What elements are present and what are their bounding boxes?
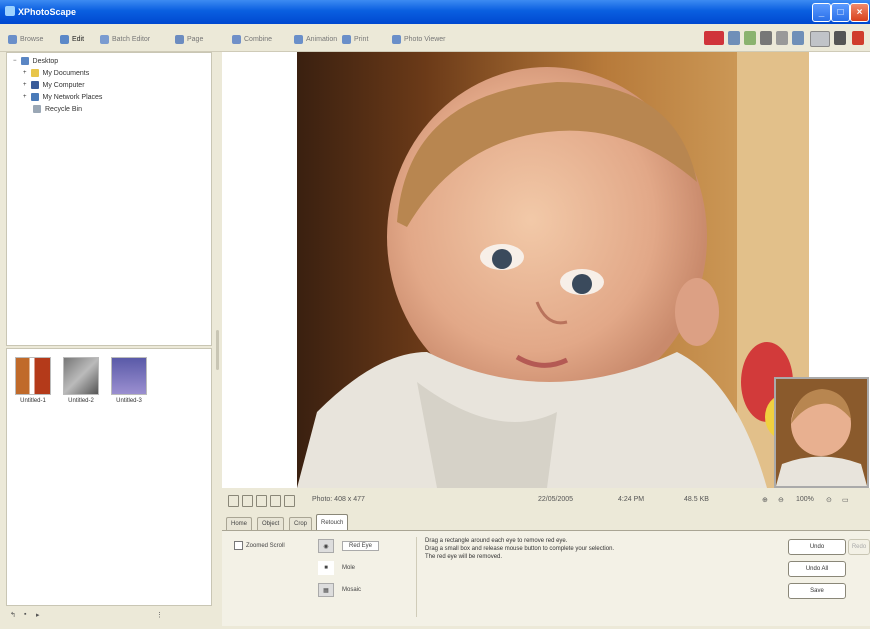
badge-icon[interactable] bbox=[704, 31, 724, 45]
instruction-line: Drag a small box and release mouse butto… bbox=[425, 546, 615, 552]
print-icon bbox=[342, 34, 351, 44]
view-icon[interactable]: ▪ bbox=[24, 611, 26, 618]
toolbar-item-animation[interactable]: Animation bbox=[294, 33, 337, 45]
browse-icon bbox=[8, 34, 17, 44]
undo-button[interactable]: Undo bbox=[788, 539, 846, 555]
window-title: XPhotoScape bbox=[18, 7, 77, 17]
thumbnail-image bbox=[111, 357, 147, 395]
photo-date: 22/05/2005 bbox=[538, 496, 574, 503]
minimize-button[interactable]: _ bbox=[812, 3, 831, 22]
combine-icon bbox=[232, 34, 241, 44]
document-icon[interactable] bbox=[776, 31, 788, 45]
rotate-left-icon[interactable] bbox=[228, 495, 239, 507]
file-size: 48.5 KB bbox=[684, 496, 709, 503]
mosaic-icon: ▦ bbox=[318, 583, 334, 597]
main-toolbar: Browse Edit Batch Editor Page Combine An… bbox=[0, 25, 870, 52]
toolbar-item-edit[interactable]: Edit bbox=[60, 33, 84, 45]
instruction-line: The red eye will be removed. bbox=[425, 554, 503, 560]
thumbnail-item[interactable]: Untitled-1 bbox=[13, 357, 53, 404]
toolbar-item-combine[interactable]: Combine bbox=[232, 33, 272, 45]
screen-icon[interactable] bbox=[810, 31, 830, 47]
tab-home[interactable]: Home bbox=[226, 517, 253, 530]
tree-item-recycle[interactable]: Recycle Bin bbox=[33, 105, 82, 113]
redo-button[interactable]: Redo bbox=[848, 539, 870, 555]
up-folder-icon[interactable]: ↰ bbox=[10, 611, 16, 619]
thumbnail-pane: Untitled-1 Untitled-2 Untitled-3 bbox=[6, 348, 212, 606]
mole-icon: ■ bbox=[318, 561, 334, 575]
navigator-preview[interactable] bbox=[774, 377, 869, 488]
pane-splitter[interactable] bbox=[216, 330, 219, 370]
tree-item-network[interactable]: + My Network Places bbox=[23, 93, 102, 101]
title-bar: XPhotoScape _ □ × bbox=[0, 0, 870, 24]
tool-mole[interactable]: ■ Mole bbox=[318, 561, 355, 575]
exit-icon[interactable] bbox=[852, 31, 864, 45]
retouch-panel: Zoomed Scroll ◉ Red Eye ■ Mole ▦ Mosaic … bbox=[222, 530, 870, 626]
thumbnail-item[interactable]: Untitled-2 bbox=[61, 357, 101, 404]
zoom-in-icon[interactable]: ⊕ bbox=[762, 496, 768, 504]
tab-crop[interactable]: Crop bbox=[289, 517, 313, 530]
photo-image bbox=[297, 52, 809, 488]
fullscreen-icon[interactable]: ▭ bbox=[842, 496, 849, 504]
thumbnail-image bbox=[15, 357, 51, 395]
zoom-fit-icon[interactable]: ⊙ bbox=[826, 496, 832, 504]
tab-object[interactable]: Object bbox=[257, 517, 285, 530]
image-dimensions: Photo: 408 x 477 bbox=[312, 496, 365, 503]
checkbox-box[interactable] bbox=[234, 541, 243, 550]
settings-icon[interactable] bbox=[834, 31, 846, 45]
recycle-bin-icon bbox=[33, 105, 41, 113]
zoom-out-icon[interactable]: ⊖ bbox=[778, 496, 784, 504]
monitor-icon[interactable] bbox=[728, 31, 740, 45]
tree-item-desktop[interactable]: − Desktop bbox=[13, 57, 58, 65]
help-icon[interactable] bbox=[744, 31, 756, 45]
status-bar: Photo: 408 x 477 22/05/2005 4:24 PM 48.5… bbox=[222, 490, 870, 510]
network-icon bbox=[30, 93, 39, 101]
navigator-thumbnail bbox=[776, 379, 867, 486]
page-icon bbox=[175, 34, 184, 44]
instruction-line: Drag a rectangle around each eye to remo… bbox=[425, 538, 568, 544]
image-canvas[interactable] bbox=[222, 52, 870, 488]
resize-grip-icon[interactable]: ⋮ bbox=[156, 611, 163, 619]
zoom-level: 100% bbox=[796, 496, 814, 503]
copy-icon[interactable] bbox=[270, 495, 281, 507]
tab-retouch[interactable]: Retouch bbox=[316, 514, 349, 531]
crop-icon[interactable] bbox=[284, 495, 295, 507]
folder-tree: − Desktop + My Documents + My Computer + My … bbox=[6, 52, 212, 346]
tool-red-eye[interactable]: ◉ Red Eye bbox=[318, 539, 380, 553]
tool-mosaic[interactable]: ▦ Mosaic bbox=[318, 583, 361, 597]
desktop-icon bbox=[20, 57, 29, 65]
toolbar-item-browse[interactable]: Browse bbox=[8, 33, 43, 45]
undo-all-button[interactable]: Undo All bbox=[788, 561, 846, 577]
thumbnail-item[interactable]: Untitled-3 bbox=[109, 357, 149, 404]
thumbnail-caption: Untitled-3 bbox=[116, 398, 142, 404]
sort-icon[interactable]: ▸ bbox=[36, 611, 40, 619]
toolbar-item-page[interactable]: Page bbox=[175, 33, 203, 45]
thumbnail-caption: Untitled-1 bbox=[20, 398, 46, 404]
edit-icon bbox=[60, 34, 69, 44]
thumbnail-caption: Untitled-2 bbox=[68, 398, 94, 404]
maximize-button[interactable]: □ bbox=[831, 3, 850, 22]
retouch-instructions: Drag a rectangle around each eye to remo… bbox=[416, 537, 789, 617]
rotate-right-icon[interactable] bbox=[242, 495, 253, 507]
app-icon bbox=[5, 6, 15, 16]
thumbnail-image bbox=[63, 357, 99, 395]
toolbar-item-print[interactable]: Print bbox=[342, 33, 368, 45]
flip-icon[interactable] bbox=[256, 495, 267, 507]
pane-controls: ↰ ▪ ▸ ⋮ bbox=[6, 609, 210, 625]
viewer-icon bbox=[392, 34, 401, 44]
tree-item-computer[interactable]: + My Computer bbox=[23, 81, 85, 89]
save-button[interactable]: Save bbox=[788, 583, 846, 599]
pencil-icon[interactable] bbox=[760, 31, 772, 45]
computer-icon bbox=[30, 81, 39, 89]
batch-icon bbox=[100, 34, 109, 44]
animation-icon bbox=[294, 34, 303, 44]
close-button[interactable]: × bbox=[850, 3, 869, 22]
folder-icon bbox=[30, 69, 39, 77]
toolbar-item-batch[interactable]: Batch Editor bbox=[100, 33, 150, 45]
photo-time: 4:24 PM bbox=[618, 496, 645, 503]
toolbar-item-viewer[interactable]: Photo Viewer bbox=[392, 33, 446, 45]
red-eye-icon: ◉ bbox=[318, 539, 334, 553]
refresh-icon[interactable] bbox=[792, 31, 804, 45]
zoomed-scroll-checkbox[interactable]: Zoomed Scroll bbox=[234, 541, 285, 550]
tree-item-documents[interactable]: + My Documents bbox=[23, 69, 89, 77]
